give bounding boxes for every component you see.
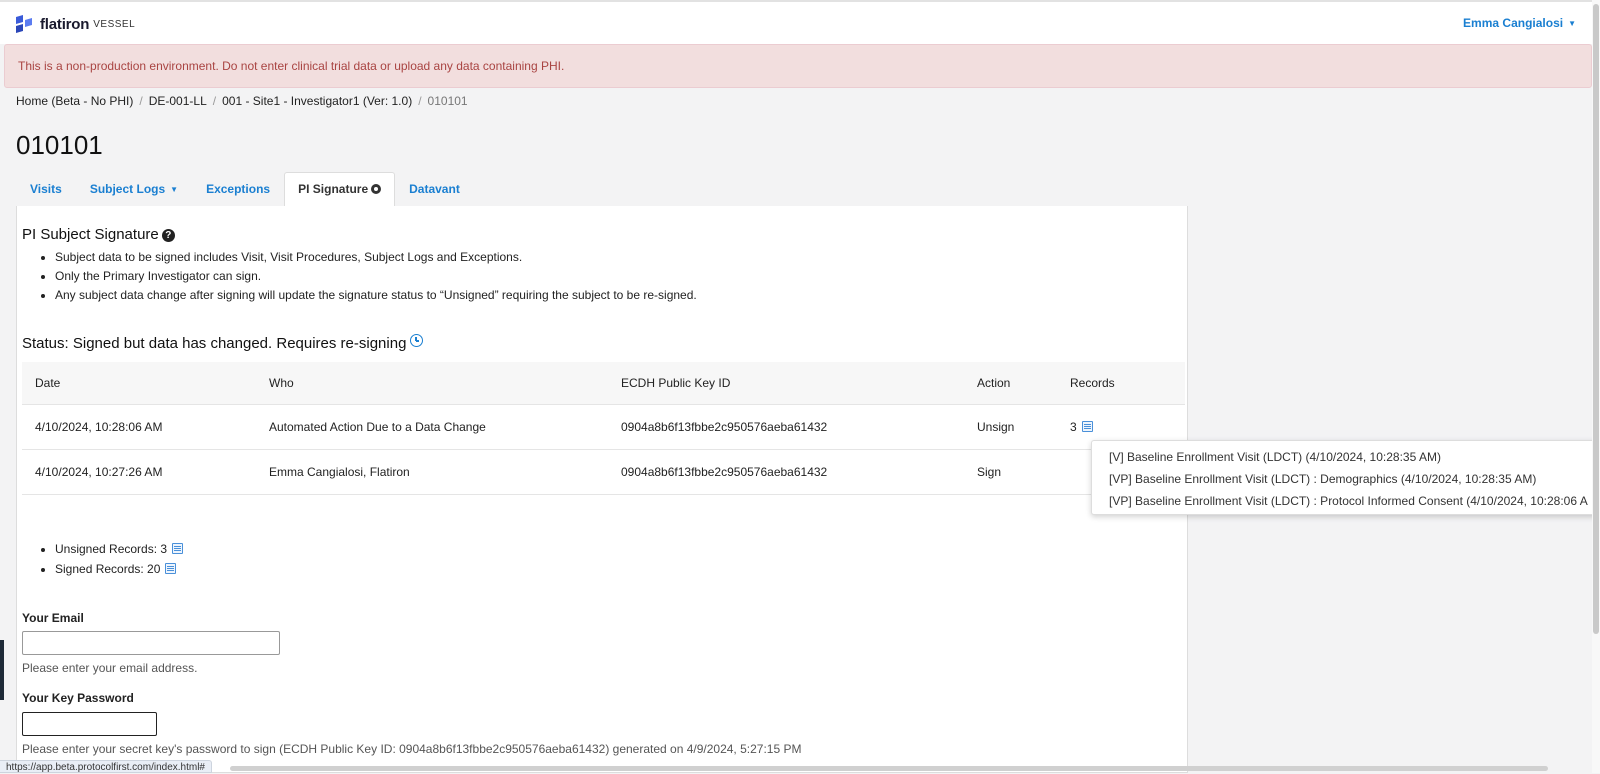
breadcrumb-study[interactable]: DE-001-LL [149,94,207,108]
breadcrumb-separator: / [418,94,422,108]
status-circle-icon [371,184,382,194]
email-label: Your Email [22,611,84,625]
breadcrumb: Home (Beta - No PHI) / DE-001-LL / 001 - Sit… [16,94,468,108]
breadcrumb-current: 010101 [427,94,468,108]
tab-bar: Visits Subject Logs ▼ Exceptions PI Signa… [16,172,474,207]
popover-record-item[interactable]: [VP] Baseline Enrollment Visit (LDCT) : … [1109,472,1536,486]
table-row: 4/10/2024, 10:28:06 AM Automated Action … [22,403,1185,449]
records-list-icon[interactable] [1081,420,1093,432]
user-menu-dropdown[interactable]: Emma Cangialosi ▼ [1463,16,1576,30]
flatiron-logo-icon [16,15,32,33]
popover-record-item[interactable]: [V] Baseline Enrollment Visit (LDCT) (4/… [1109,450,1441,464]
cell-who: Automated Action Due to a Data Change [256,403,608,449]
unsigned-records-label: Unsigned Records: 3 [55,542,168,556]
breadcrumb-home[interactable]: Home (Beta - No PHI) [16,94,133,108]
column-header-action: Action [964,362,1057,404]
records-popover: [V] Baseline Enrollment Visit (LDCT) (4/… [1091,440,1600,515]
signed-records-label: Signed Records: 20 [55,562,161,576]
column-header-key: ECDH Public Key ID [608,362,964,404]
section-title: PI Subject Signature? [22,226,175,243]
breadcrumb-site[interactable]: 001 - Site1 - Investigator1 (Ver: 1.0) [222,94,412,108]
cell-date: 4/10/2024, 10:27:26 AM [22,448,256,495]
tab-visits[interactable]: Visits [16,172,76,207]
logo-subtext: VESSEL [93,18,136,30]
list-item: Any subject data change after signing wi… [55,286,697,305]
environment-alert: This is a non-production environment. Do… [4,44,1592,88]
table-header-row: Date Who ECDH Public Key ID Action Recor… [22,362,1185,404]
list-item: Signed Records: 20 [55,559,183,579]
section-title-text: PI Subject Signature [22,226,159,243]
list-item: Unsigned Records: 3 [55,539,184,559]
password-label: Your Key Password [22,691,134,705]
app-logo[interactable]: flatiron VESSEL [14,15,135,33]
column-header-date: Date [22,362,256,404]
background-window-edge [0,640,4,700]
caret-down-icon: ▼ [170,185,179,195]
tab-label: Datavant [409,182,460,196]
vertical-scrollbar[interactable] [1592,0,1600,773]
popover-record-item[interactable]: [VP] Baseline Enrollment Visit (LDCT) : … [1109,494,1588,508]
scrollbar-thumb[interactable] [1593,4,1599,634]
status-text: Status: Signed but data has changed. Req… [22,335,407,352]
table-row: 4/10/2024, 10:27:26 AM Emma Cangialosi, … [22,448,1185,495]
alert-text: This is a non-production environment. Do… [18,59,565,73]
cell-key: 0904a8b6f13fbbe2c950576aeba61432 [608,403,964,449]
password-help-text: Please enter your secret key's password … [22,742,802,756]
records-summary-list: Unsigned Records: 3 Signed Records: 20 [35,539,184,579]
top-navbar: flatiron VESSEL Emma Cangialosi ▼ [0,0,1592,44]
list-item: Only the Primary Investigator can sign. [55,267,697,286]
column-header-records: Records [1057,362,1185,404]
cell-who: Emma Cangialosi, Flatiron [256,448,608,495]
tab-label: PI Signature [298,182,369,196]
unsigned-records-list-icon[interactable] [172,543,184,554]
cell-date: 4/10/2024, 10:28:06 AM [22,403,256,449]
horizontal-scrollbar[interactable] [230,766,1548,771]
tab-subject-logs[interactable]: Subject Logs ▼ [76,172,192,207]
cell-action: Unsign [964,403,1057,449]
records-count: 3 [1070,419,1077,434]
help-question-icon[interactable]: ? [161,229,175,242]
tab-label: Exceptions [206,182,271,196]
key-password-field[interactable] [22,712,157,736]
signature-status: Status: Signed but data has changed. Req… [22,334,424,352]
signature-info-list: Subject data to be signed includes Visit… [35,248,697,305]
breadcrumb-separator: / [139,94,143,108]
column-header-who: Who [256,362,608,404]
page-title: 010101 [16,130,103,160]
tab-label: Subject Logs [89,182,166,196]
clock-history-icon[interactable] [410,334,424,347]
email-help-text: Please enter your email address. [22,661,198,675]
signature-history-table: Date Who ECDH Public Key ID Action Recor… [22,362,1185,495]
tab-label: Visits [30,182,62,196]
browser-status-url: https://app.beta.protocolfirst.com/index… [0,760,212,773]
list-item: Subject data to be signed includes Visit… [55,248,697,267]
breadcrumb-separator: / [212,94,217,108]
tab-exceptions[interactable]: Exceptions [192,172,284,207]
tab-datavant[interactable]: Datavant [395,172,474,207]
pi-signature-panel: PI Subject Signature? Subject data to be… [16,206,1188,773]
caret-down-icon: ▼ [1568,19,1576,29]
signed-records-list-icon[interactable] [165,563,177,574]
cell-action: Sign [964,448,1057,495]
email-field[interactable] [22,631,280,655]
user-name: Emma Cangialosi [1463,16,1564,30]
logo-text: flatiron [40,15,90,33]
cell-key: 0904a8b6f13fbbe2c950576aeba61432 [608,448,964,495]
tab-pi-signature[interactable]: PI Signature [284,172,396,207]
